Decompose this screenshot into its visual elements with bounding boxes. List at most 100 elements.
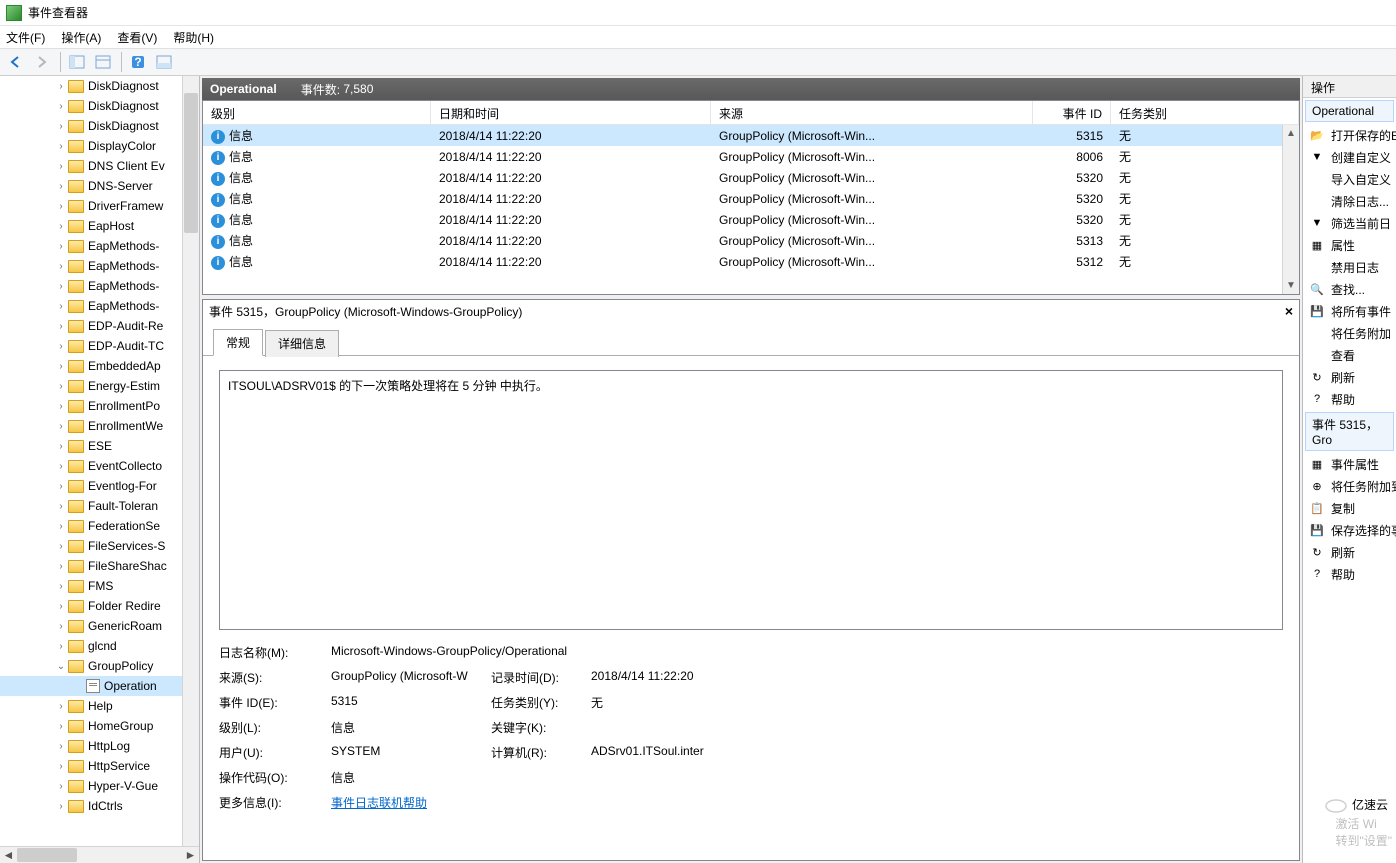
tree-item[interactable]: ›FMS <box>0 576 199 596</box>
table-row[interactable]: i信息2018/4/14 11:22:20GroupPolicy (Micros… <box>203 146 1299 167</box>
expand-icon[interactable]: › <box>54 341 68 352</box>
tree-item[interactable]: ⌄GroupPolicy <box>0 656 199 676</box>
expand-icon[interactable]: › <box>54 121 68 132</box>
expand-icon[interactable]: › <box>54 201 68 212</box>
expand-icon[interactable]: ⌄ <box>54 661 68 672</box>
action-item[interactable]: ▼筛选当前日 <box>1303 212 1396 234</box>
tree-item[interactable]: ›DNS Client Ev <box>0 156 199 176</box>
scroll-up-icon[interactable]: ▲ <box>1283 125 1299 142</box>
action-item[interactable]: 清除日志... <box>1303 190 1396 212</box>
menu-view[interactable]: 查看(V) <box>117 29 157 46</box>
expand-icon[interactable]: › <box>54 261 68 272</box>
expand-icon[interactable]: › <box>54 641 68 652</box>
expand-icon[interactable]: › <box>54 701 68 712</box>
expand-icon[interactable]: › <box>54 361 68 372</box>
action-item[interactable]: 📂打开保存的E <box>1303 124 1396 146</box>
expand-icon[interactable]: › <box>54 161 68 172</box>
tree-item[interactable]: ›EnrollmentWe <box>0 416 199 436</box>
tree-item[interactable]: ›Folder Redire <box>0 596 199 616</box>
table-row[interactable]: i信息2018/4/14 11:22:20GroupPolicy (Micros… <box>203 167 1299 188</box>
tree-item[interactable]: ›glcnd <box>0 636 199 656</box>
table-row[interactable]: i信息2018/4/14 11:22:20GroupPolicy (Micros… <box>203 230 1299 251</box>
action-item[interactable]: 禁用日志 <box>1303 256 1396 278</box>
tree-item[interactable]: ›EventCollecto <box>0 456 199 476</box>
tree-item[interactable]: ›DisplayColor <box>0 136 199 156</box>
table-row[interactable]: i信息2018/4/14 11:22:20GroupPolicy (Micros… <box>203 125 1299 146</box>
expand-icon[interactable]: › <box>54 81 68 92</box>
action-item[interactable]: ▦事件属性 <box>1303 453 1396 475</box>
expand-icon[interactable]: › <box>54 481 68 492</box>
action-item[interactable]: ↻刷新 <box>1303 541 1396 563</box>
tree-item[interactable]: ›EnrollmentPo <box>0 396 199 416</box>
close-icon[interactable]: × <box>1285 303 1293 319</box>
help-button[interactable]: ? <box>126 50 150 74</box>
col-datetime[interactable]: 日期和时间 <box>431 101 711 124</box>
menu-file[interactable]: 文件(F) <box>6 29 45 46</box>
scroll-right-icon[interactable]: ► <box>182 847 199 863</box>
expand-icon[interactable]: › <box>54 301 68 312</box>
tree-item[interactable]: ›DriverFramew <box>0 196 199 216</box>
action-item[interactable]: 查看 <box>1303 344 1396 366</box>
tree-view[interactable]: ›DiskDiagnost›DiskDiagnost›DiskDiagnost›… <box>0 76 199 846</box>
menu-action[interactable]: 操作(A) <box>61 29 101 46</box>
tree-item[interactable]: ›Help <box>0 696 199 716</box>
action-item[interactable]: 📋复制 <box>1303 497 1396 519</box>
col-level[interactable]: 级别 <box>203 101 431 124</box>
expand-icon[interactable]: › <box>54 141 68 152</box>
table-row[interactable]: i信息2018/4/14 11:22:20GroupPolicy (Micros… <box>203 251 1299 272</box>
menu-help[interactable]: 帮助(H) <box>173 29 214 46</box>
action-item[interactable]: 💾保存选择的事 <box>1303 519 1396 541</box>
tree-item[interactable]: ›EapHost <box>0 216 199 236</box>
expand-icon[interactable]: › <box>54 581 68 592</box>
back-button[interactable] <box>4 50 28 74</box>
tree-item[interactable]: ›FederationSe <box>0 516 199 536</box>
expand-icon[interactable]: › <box>54 621 68 632</box>
scroll-down-icon[interactable]: ▼ <box>1283 277 1299 294</box>
tree-item[interactable]: ›FileServices-S <box>0 536 199 556</box>
tree-item[interactable]: ›Energy-Estim <box>0 376 199 396</box>
tree-item[interactable]: ›EDP-Audit-Re <box>0 316 199 336</box>
expand-icon[interactable]: › <box>54 441 68 452</box>
action-item[interactable]: ⊕将任务附加到 <box>1303 475 1396 497</box>
action-item[interactable]: 将任务附加 <box>1303 322 1396 344</box>
tree-item[interactable]: ›FileShareShac <box>0 556 199 576</box>
expand-icon[interactable]: › <box>54 521 68 532</box>
tab-details[interactable]: 详细信息 <box>265 330 339 357</box>
expand-icon[interactable]: › <box>54 561 68 572</box>
expand-icon[interactable]: › <box>54 541 68 552</box>
tree-item[interactable]: ›HomeGroup <box>0 716 199 736</box>
tree-item[interactable]: ›EmbeddedAp <box>0 356 199 376</box>
tree-item[interactable]: ›IdCtrls <box>0 796 199 816</box>
tree-item[interactable]: ›DNS-Server <box>0 176 199 196</box>
expand-icon[interactable]: › <box>54 721 68 732</box>
tree-item[interactable]: ›DiskDiagnost <box>0 96 199 116</box>
col-category[interactable]: 任务类别 <box>1111 101 1299 124</box>
expand-icon[interactable]: › <box>54 101 68 112</box>
action-item[interactable]: ▼创建自定义 <box>1303 146 1396 168</box>
tree-item[interactable]: ›Fault-Toleran <box>0 496 199 516</box>
expand-icon[interactable]: › <box>54 781 68 792</box>
tree-item[interactable]: ›EapMethods- <box>0 236 199 256</box>
col-eventid[interactable]: 事件 ID <box>1033 101 1111 124</box>
tree-item[interactable]: ›HttpService <box>0 756 199 776</box>
tree-item[interactable]: ›HttpLog <box>0 736 199 756</box>
expand-icon[interactable]: › <box>54 241 68 252</box>
expand-icon[interactable]: › <box>54 281 68 292</box>
tree-item[interactable]: ›DiskDiagnost <box>0 116 199 136</box>
expand-icon[interactable]: › <box>54 501 68 512</box>
show-tree-button[interactable] <box>65 50 89 74</box>
tree-item[interactable]: ›GenericRoam <box>0 616 199 636</box>
action-item[interactable]: ▦属性 <box>1303 234 1396 256</box>
expand-icon[interactable]: › <box>54 401 68 412</box>
grid-vertical-scrollbar[interactable]: ▲ ▼ <box>1282 125 1299 294</box>
expand-icon[interactable]: › <box>54 321 68 332</box>
tree-item[interactable]: ›ESE <box>0 436 199 456</box>
link-online-help[interactable]: 事件日志联机帮助 <box>331 794 427 811</box>
action-item[interactable]: 💾将所有事件 <box>1303 300 1396 322</box>
table-row[interactable]: i信息2018/4/14 11:22:20GroupPolicy (Micros… <box>203 209 1299 230</box>
preview-button[interactable] <box>152 50 176 74</box>
expand-icon[interactable]: › <box>54 801 68 812</box>
tree-item[interactable]: ›EDP-Audit-TC <box>0 336 199 356</box>
action-item[interactable]: 🔍查找... <box>1303 278 1396 300</box>
scroll-left-icon[interactable]: ◄ <box>0 847 17 863</box>
